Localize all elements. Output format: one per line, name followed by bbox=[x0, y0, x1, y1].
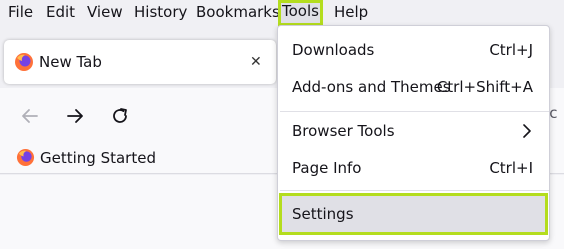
menu-item-shortcut: Ctrl+Shift+A bbox=[436, 78, 533, 96]
menu-item-downloads[interactable]: Downloads Ctrl+J bbox=[278, 34, 551, 66]
menu-item-label: Downloads bbox=[292, 41, 375, 59]
chevron-right-icon bbox=[523, 124, 531, 138]
menu-item-label: Add-ons and Themes bbox=[292, 78, 451, 96]
close-icon[interactable]: ✕ bbox=[250, 52, 262, 72]
tab-title: New Tab bbox=[39, 53, 102, 71]
menu-item-addons-themes[interactable]: Add-ons and Themes Ctrl+Shift+A bbox=[278, 71, 551, 103]
firefox-icon bbox=[16, 148, 35, 167]
menu-history[interactable]: History bbox=[134, 1, 187, 23]
menu-item-shortcut: Ctrl+I bbox=[489, 159, 533, 177]
menu-edit[interactable]: Edit bbox=[46, 1, 75, 23]
arrow-right-icon[interactable] bbox=[64, 105, 86, 127]
menu-file[interactable]: File bbox=[8, 1, 33, 23]
menu-item-label: Page Info bbox=[292, 159, 362, 177]
menu-bookmarks[interactable]: Bookmarks bbox=[196, 1, 280, 23]
menu-tools[interactable]: Tools bbox=[278, 0, 323, 26]
menu-item-settings[interactable]: Settings bbox=[279, 193, 548, 235]
tab-new-tab[interactable]: New Tab ✕ bbox=[4, 40, 276, 84]
menu-item-page-info[interactable]: Page Info Ctrl+I bbox=[278, 152, 551, 184]
menu-separator bbox=[280, 190, 549, 191]
menu-view[interactable]: View bbox=[87, 1, 123, 23]
menu-item-shortcut: Ctrl+J bbox=[489, 41, 533, 59]
reload-icon[interactable] bbox=[109, 105, 131, 127]
menu-separator bbox=[280, 111, 549, 112]
bookmark-getting-started[interactable]: Getting Started bbox=[40, 148, 156, 168]
browser-window: File Edit View History Bookmarks Tools H… bbox=[0, 0, 564, 249]
tools-menu: Downloads Ctrl+J Add-ons and Themes Ctrl… bbox=[277, 25, 550, 241]
arrow-left-icon[interactable] bbox=[19, 105, 41, 127]
menu-item-label: Settings bbox=[292, 205, 354, 223]
menu-help[interactable]: Help bbox=[334, 1, 368, 23]
menu-item-label: Browser Tools bbox=[292, 122, 395, 140]
menubar: File Edit View History Bookmarks Tools H… bbox=[0, 0, 564, 26]
firefox-icon bbox=[15, 53, 33, 71]
menu-item-browser-tools[interactable]: Browser Tools bbox=[278, 115, 551, 147]
